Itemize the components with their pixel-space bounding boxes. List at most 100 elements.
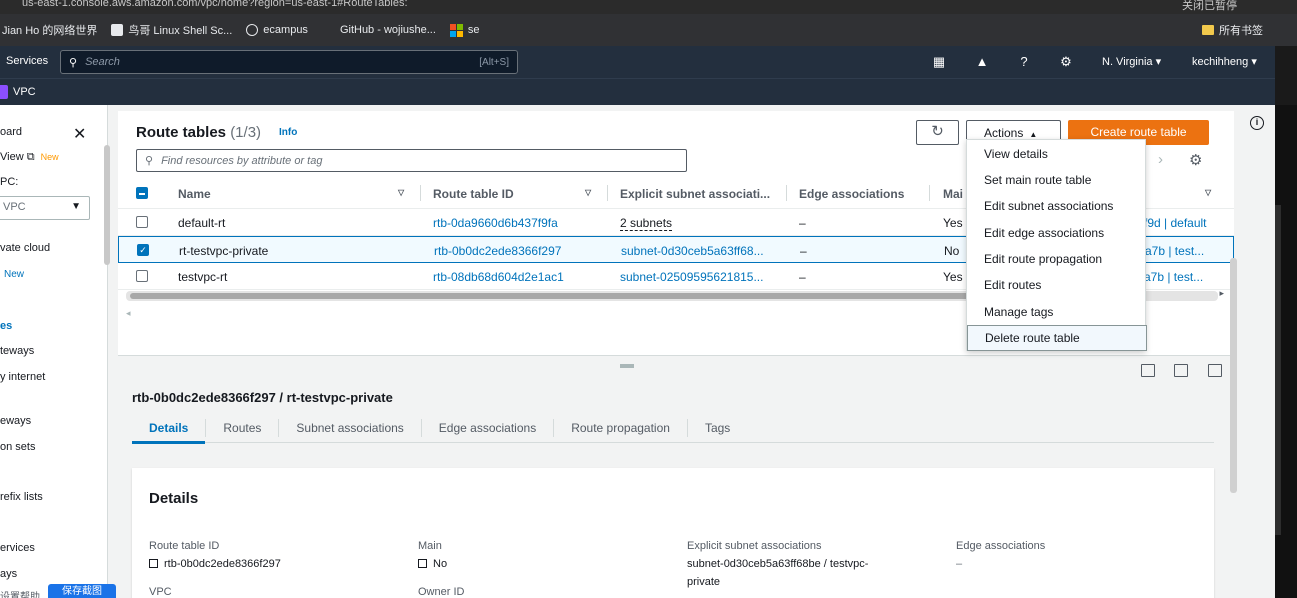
vpc-service-icon bbox=[0, 85, 8, 99]
scroll-left-icon[interactable]: ◂ bbox=[126, 308, 131, 319]
detail-title: rtb-0b0dc2ede8366f297 / rt-testvpc-priva… bbox=[132, 390, 393, 405]
sidebar-new-badge[interactable]: New bbox=[0, 269, 24, 280]
sort-icon[interactable]: ▽ bbox=[1205, 188, 1211, 197]
bookmark-item[interactable]: 鸟哥 Linux Shell Sc... bbox=[111, 22, 232, 38]
cell-subnets[interactable]: subnet-02509595621815... bbox=[620, 270, 763, 284]
split-side-icon[interactable] bbox=[1174, 364, 1188, 377]
refresh-button[interactable]: ↻ bbox=[916, 120, 959, 145]
explicit-subnet-link[interactable]: subnet-0d30ceb5a63ff68be / testvpc- bbox=[687, 558, 868, 570]
tab-route-propagation[interactable]: Route propagation bbox=[553, 418, 687, 437]
sidebar-item-ec2-global-view[interactable]: View ⧉ New bbox=[0, 151, 59, 164]
menu-item-edit-subnet-associations[interactable]: Edit subnet associations bbox=[984, 199, 1113, 213]
sidebar-item-dashboard[interactable]: oard bbox=[0, 126, 22, 138]
row-checkbox[interactable] bbox=[136, 270, 148, 282]
region-selector[interactable]: N. Virginia ▾ bbox=[1102, 55, 1161, 68]
tab-details[interactable]: Details bbox=[132, 419, 206, 444]
menu-item-edit-routes[interactable]: Edit routes bbox=[984, 278, 1041, 292]
details-card-title: Details bbox=[149, 490, 199, 507]
sidebar-item-gateways[interactable]: eways bbox=[0, 415, 31, 427]
menu-item-delete-route-table[interactable]: Delete route table bbox=[967, 325, 1147, 351]
bookmark-item[interactable]: se bbox=[449, 23, 480, 37]
tab-tags[interactable]: Tags bbox=[686, 418, 747, 437]
menu-item-set-main[interactable]: Set main route table bbox=[984, 173, 1091, 187]
edge-strip-panel bbox=[1275, 205, 1281, 535]
column-header-edge-associations[interactable]: Edge associations bbox=[799, 187, 904, 201]
column-divider bbox=[929, 185, 930, 201]
sidebar-item-route-tables[interactable]: es bbox=[0, 320, 12, 332]
address-bar-url[interactable]: us-east-1.console.aws.amazon.com/vpc/hom… bbox=[22, 0, 408, 9]
cell-vpc[interactable]: a7b | test... bbox=[1145, 244, 1204, 258]
tab-subnet-associations[interactable]: Subnet associations bbox=[278, 418, 420, 437]
service-name[interactable]: VPC bbox=[13, 86, 36, 98]
gear-icon[interactable]: ⚙ bbox=[1058, 54, 1074, 70]
column-header-explicit-subnet[interactable]: Explicit subnet associati... bbox=[620, 187, 770, 201]
edge-associations-label: Edge associations bbox=[956, 540, 1046, 552]
cell-subnets[interactable]: subnet-0d30ceb5a63ff68... bbox=[621, 244, 764, 258]
info-link[interactable]: Info bbox=[279, 127, 297, 138]
bell-icon[interactable]: ▲ bbox=[974, 54, 990, 70]
cell-vpc[interactable]: a7b | test... bbox=[1144, 270, 1203, 284]
bookmark-item[interactable]: Jian Ho 的网络世界 bbox=[2, 22, 97, 38]
main-value: No bbox=[418, 558, 447, 570]
services-menu[interactable]: Services bbox=[6, 55, 48, 67]
info-panel-icon[interactable]: i bbox=[1250, 116, 1264, 130]
row-checkbox[interactable] bbox=[136, 216, 148, 228]
sidebar-item-prefix-lists[interactable]: refix lists bbox=[0, 491, 43, 503]
tab-edge-associations[interactable]: Edge associations bbox=[420, 418, 553, 437]
sidebar-item-ways[interactable]: ays bbox=[0, 568, 17, 580]
column-header-main[interactable]: Mai bbox=[943, 187, 963, 201]
search-input[interactable]: ⚲ Search [Alt+S] bbox=[60, 50, 518, 74]
filter-input[interactable]: ⚲ Find resources by attribute or tag bbox=[136, 149, 687, 172]
next-page-icon[interactable]: › bbox=[1158, 151, 1163, 168]
cell-edge: – bbox=[799, 270, 806, 284]
select-all-checkbox[interactable] bbox=[136, 187, 148, 199]
sidebar-item-egress-internet[interactable]: y internet bbox=[0, 371, 45, 383]
cloudshell-icon[interactable]: ▦ bbox=[931, 54, 947, 70]
cell-edge: – bbox=[799, 216, 806, 230]
bookmark-item[interactable]: GitHub - wojiushe... bbox=[340, 24, 436, 36]
sort-icon[interactable]: ▽ bbox=[585, 188, 591, 197]
account-menu[interactable]: kechihheng ▾ bbox=[1192, 55, 1257, 68]
sidebar-item-services[interactable]: ervices bbox=[0, 542, 35, 554]
cell-route-table-id[interactable]: rtb-08db68d604d2e1ac1 bbox=[433, 270, 564, 284]
menu-item-edit-route-propagation[interactable]: Edit route propagation bbox=[984, 252, 1102, 266]
bottom-overlay-button[interactable]: 保存截图 bbox=[48, 584, 116, 598]
microsoft-icon bbox=[449, 23, 463, 37]
menu-item-manage-tags[interactable]: Manage tags bbox=[984, 305, 1053, 319]
tab-routes[interactable]: Routes bbox=[205, 418, 278, 437]
scroll-right-icon[interactable]: ▸ bbox=[1219, 288, 1224, 299]
cell-route-table-id[interactable]: rtb-0da9660d6b437f9fa bbox=[433, 216, 558, 230]
cell-vpc[interactable]: f9d | default bbox=[1144, 216, 1207, 230]
column-header-name[interactable]: Name bbox=[178, 187, 211, 201]
split-full-icon[interactable] bbox=[1208, 364, 1222, 377]
column-header-route-table-id[interactable]: Route table ID bbox=[433, 187, 514, 201]
all-bookmarks[interactable]: 所有书签 bbox=[1202, 22, 1263, 38]
row-checkbox[interactable]: ✓ bbox=[137, 244, 149, 256]
sidebar-item-dhcp-option-sets[interactable]: on sets bbox=[0, 441, 35, 453]
vpc-filter-select[interactable]: VPC ▼ bbox=[0, 196, 90, 220]
resize-grip-icon[interactable] bbox=[620, 364, 634, 368]
cell-subnets[interactable]: 2 subnets bbox=[620, 216, 673, 231]
cell-main: No bbox=[944, 244, 960, 258]
split-bottom-icon[interactable] bbox=[1141, 364, 1155, 377]
vertical-scrollbar[interactable] bbox=[1230, 258, 1237, 493]
search-icon: ⚲ bbox=[145, 155, 154, 167]
close-icon[interactable]: ✕ bbox=[73, 124, 86, 144]
cell-name: rt-testvpc-private bbox=[179, 244, 269, 258]
cell-route-table-id[interactable]: rtb-0b0dc2ede8366f297 bbox=[434, 244, 561, 258]
actions-menu: View details Set main route table Edit s… bbox=[966, 139, 1147, 351]
sidebar-scrollbar[interactable] bbox=[104, 145, 110, 265]
profile-label[interactable]: 关闭已暂停 bbox=[1182, 0, 1237, 13]
table-settings-icon[interactable]: ⚙ bbox=[1189, 151, 1202, 169]
scrollbar-thumb[interactable] bbox=[130, 293, 970, 299]
copy-icon[interactable] bbox=[418, 559, 427, 568]
route-table-id-value: rtb-0b0dc2ede8366f297 bbox=[149, 558, 281, 570]
help-icon[interactable]: ? bbox=[1016, 54, 1032, 70]
copy-icon[interactable] bbox=[149, 559, 158, 568]
menu-item-edit-edge-associations[interactable]: Edit edge associations bbox=[984, 226, 1104, 240]
sidebar-item-internet-gateways[interactable]: teways bbox=[0, 345, 34, 357]
explicit-subnet-link-cont[interactable]: private bbox=[687, 576, 720, 588]
sort-icon[interactable]: ▽ bbox=[398, 188, 404, 197]
bookmark-item[interactable]: ecampus bbox=[246, 24, 308, 36]
menu-item-view-details[interactable]: View details bbox=[984, 147, 1048, 161]
